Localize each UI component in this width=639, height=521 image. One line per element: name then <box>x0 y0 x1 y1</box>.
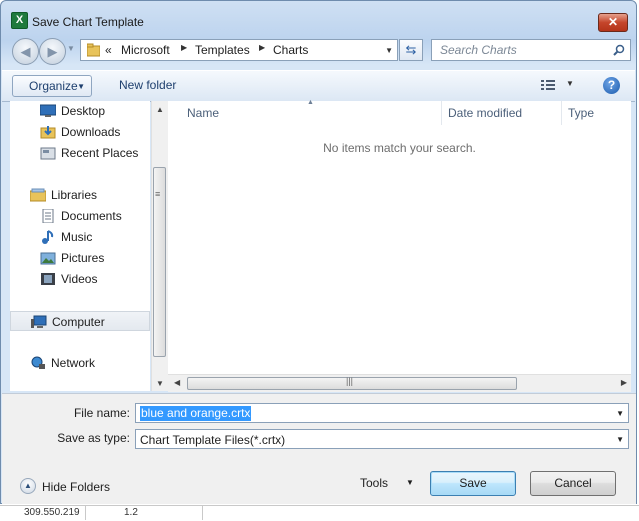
sort-ascending-icon: ▲ <box>307 99 314 106</box>
back-button[interactable]: ◀ <box>12 38 39 65</box>
navigation-scrollbar[interactable]: ▲ ≡ ▼ <box>151 101 168 391</box>
column-header-name[interactable]: Name <box>187 101 219 125</box>
grip-icon: ≡ <box>155 189 161 199</box>
nav-item-label: Recent Places <box>61 146 139 160</box>
empty-message: No items match your search. <box>323 141 476 155</box>
address-overflow[interactable]: « <box>105 43 112 57</box>
column-header-type[interactable]: Type <box>568 101 594 125</box>
nav-item-label: Pictures <box>61 251 105 265</box>
documents-icon <box>42 209 54 223</box>
chevron-down-icon[interactable]: ▼ <box>616 409 624 418</box>
address-segment-charts[interactable]: Charts <box>273 43 308 57</box>
nav-item-label: Network <box>51 356 96 370</box>
new-folder-button[interactable]: New folder <box>119 78 176 92</box>
dialog-footer: ▲ Hide Folders Tools ▼ Save Cancel <box>2 458 636 504</box>
nav-item-label: Libraries <box>51 188 98 202</box>
search-input[interactable]: Search Charts <box>431 39 631 61</box>
address-dropdown-icon[interactable]: ▼ <box>385 46 393 55</box>
navigation-pane: Desktop Downloads Recent Places Librarie… <box>10 101 150 391</box>
file-list[interactable]: ▲ Name Date modified Type No items match… <box>168 99 631 374</box>
column-divider[interactable] <box>441 101 442 125</box>
nav-item-label: Documents <box>61 209 122 223</box>
save-as-type-select[interactable]: Chart Template Files(*.crtx) ▼ <box>135 429 629 449</box>
nav-item-label: Desktop <box>61 104 106 118</box>
tools-button[interactable]: Tools ▼ <box>360 476 414 490</box>
view-options-icon[interactable] <box>540 78 556 92</box>
desktop-icon <box>40 104 56 117</box>
excel-app-icon: X <box>11 12 28 29</box>
libraries-icon <box>30 188 46 202</box>
grid-line <box>202 505 203 520</box>
chevron-down-icon[interactable]: ▼ <box>616 435 624 444</box>
chevron-down-icon: ▼ <box>406 478 414 487</box>
nav-item-documents[interactable]: Documents <box>10 206 150 226</box>
save-as-type-value: Chart Template Files(*.crtx) <box>140 433 286 447</box>
chevron-down-icon: ▼ <box>77 82 85 91</box>
refresh-button[interactable]: ⇆ <box>399 39 423 61</box>
forward-button[interactable]: ▶ <box>39 38 66 65</box>
nav-item-desktop[interactable]: Desktop <box>10 101 150 121</box>
scroll-down-icon[interactable]: ▼ <box>156 379 164 388</box>
file-list-scrollbar[interactable]: ◀ ||| ▶ <box>168 374 631 392</box>
organize-label: Organize <box>29 79 78 93</box>
chevron-right-icon[interactable]: ▶ <box>181 43 187 52</box>
music-icon <box>42 230 54 244</box>
nav-item-libraries[interactable]: Libraries <box>10 185 150 205</box>
search-placeholder: Search Charts <box>440 43 517 57</box>
search-icon[interactable] <box>613 44 625 56</box>
column-header-date-modified[interactable]: Date modified <box>448 101 522 125</box>
file-name-label: File name: <box>73 406 130 420</box>
background-spreadsheet: 309.550.219 1.2 <box>0 505 639 521</box>
nav-item-network[interactable]: Network <box>10 353 150 373</box>
close-button[interactable]: ✕ <box>598 13 628 32</box>
hide-folders-label: Hide Folders <box>42 480 111 494</box>
background-cell: 1.2 <box>124 507 138 518</box>
cancel-button[interactable]: Cancel <box>530 471 616 496</box>
command-toolbar: Organize ▼ New folder ▼ ? <box>2 70 635 102</box>
recent-places-icon <box>40 147 56 160</box>
computer-icon <box>31 315 47 328</box>
save-fields: File name: blue and orange.crtx ▼ Save a… <box>2 393 636 458</box>
scroll-right-icon[interactable]: ▶ <box>621 378 627 387</box>
address-segment-templates[interactable]: Templates <box>195 43 250 57</box>
nav-item-recent-places[interactable]: Recent Places <box>10 143 150 163</box>
nav-item-music[interactable]: Music <box>10 227 150 247</box>
downloads-icon <box>40 126 56 139</box>
nav-item-videos[interactable]: Videos <box>10 269 150 289</box>
organize-button[interactable]: Organize ▼ <box>12 75 92 97</box>
pictures-icon <box>40 252 56 265</box>
nav-item-pictures[interactable]: Pictures <box>10 248 150 268</box>
scroll-up-icon[interactable]: ▲ <box>156 105 164 114</box>
chevron-right-icon[interactable]: ▶ <box>259 43 265 52</box>
network-icon <box>31 356 45 369</box>
folder-icon <box>87 43 100 57</box>
grid-line <box>85 505 86 520</box>
address-bar[interactable]: « Microsoft ▶ Templates ▶ Charts ▼ <box>80 39 398 61</box>
nav-item-computer[interactable]: Computer <box>10 311 150 331</box>
nav-item-label: Videos <box>61 272 98 286</box>
grip-icon: ||| <box>346 376 354 386</box>
column-divider[interactable] <box>561 101 562 125</box>
save-as-type-label: Save as type: <box>57 431 130 445</box>
save-button[interactable]: Save <box>430 471 516 496</box>
nav-item-label: Downloads <box>61 125 121 139</box>
window-title: Save Chart Template <box>32 15 144 29</box>
scroll-left-icon[interactable]: ◀ <box>174 378 180 387</box>
file-name-value[interactable]: blue and orange.crtx <box>140 406 252 421</box>
nav-item-downloads[interactable]: Downloads <box>10 122 150 142</box>
help-button[interactable]: ? <box>603 77 620 94</box>
recent-pages-dropdown[interactable]: ▼ <box>67 44 75 53</box>
file-name-field[interactable]: blue and orange.crtx ▼ <box>135 403 629 423</box>
background-cell: 309.550.219 <box>24 507 80 518</box>
title-bar[interactable]: X Save Chart Template ✕ <box>1 1 636 32</box>
nav-item-label: Computer <box>52 315 105 329</box>
tools-label: Tools <box>360 476 389 490</box>
nav-item-label: Music <box>61 230 93 244</box>
save-chart-template-dialog: X Save Chart Template ✕ ◀ ▶ ▼ « Microsof… <box>0 0 637 504</box>
view-dropdown-icon[interactable]: ▼ <box>566 79 574 88</box>
address-segment-microsoft[interactable]: Microsoft <box>121 43 170 57</box>
videos-icon <box>41 273 55 285</box>
chevron-up-icon: ▲ <box>20 478 36 494</box>
